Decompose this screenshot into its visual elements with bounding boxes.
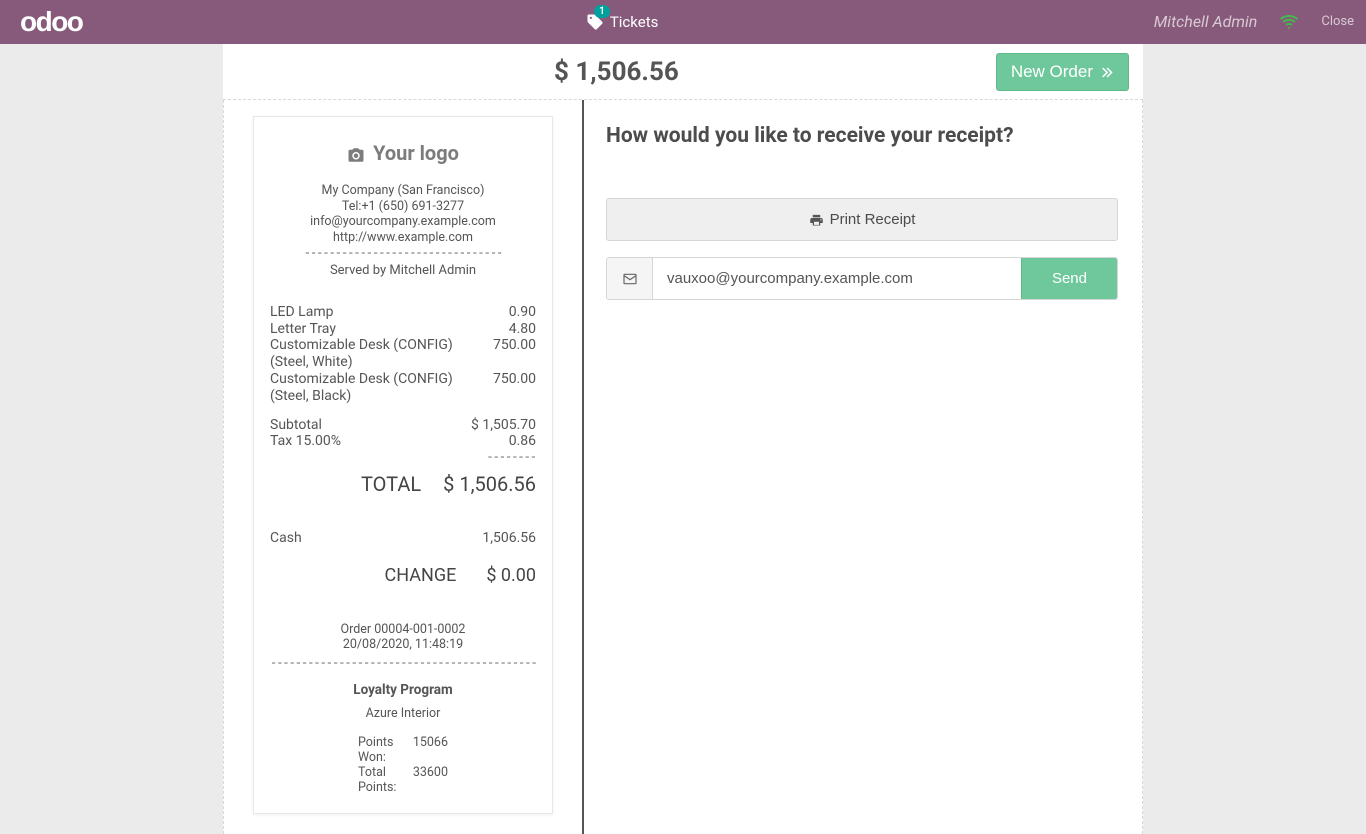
new-order-label: New Order (1011, 62, 1093, 82)
receipt-payment: Cash 1,506.56 (270, 530, 536, 547)
receipt-paper: Your logo My Company (San Francisco) Tel… (253, 116, 553, 814)
camera-icon (347, 141, 365, 165)
dash-line: -------- (270, 450, 536, 466)
loyalty-customer: Azure Interior (270, 706, 536, 721)
item-amount: 0.90 (509, 304, 536, 321)
ticket-icon: 1 (586, 13, 604, 31)
receipt-tax: Tax 15.00% 0.86 (270, 433, 536, 450)
receipt-logo: Your logo (270, 141, 536, 165)
email-input[interactable] (653, 258, 1021, 299)
item-amount: 750.00 (493, 371, 536, 405)
payment-amount: 1,506.56 (482, 530, 536, 547)
loyalty-title: Loyalty Program (270, 682, 536, 698)
subtotal-amount: $ 1,505.70 (471, 417, 536, 434)
receipt-email: info@yourcompany.example.com (270, 214, 536, 230)
receipt-line-item: Customizable Desk (CONFIG) (Steel, White… (270, 337, 536, 371)
receipt-line-item: LED Lamp 0.90 (270, 304, 536, 321)
chevron-double-right-icon (1099, 62, 1114, 82)
receipt-total: TOTAL $ 1,506.56 (270, 472, 536, 496)
receipt-logo-text: Your logo (373, 141, 459, 165)
item-name: Customizable Desk (CONFIG) (Steel, Black… (270, 371, 493, 405)
navbar-right: Mitchell Admin Close (1154, 12, 1354, 33)
receipt-tel: Tel:+1 (650) 691-3277 (270, 199, 536, 215)
tax-amount: 0.86 (509, 433, 536, 450)
loyalty-points-won: Points Won: 15066 (270, 735, 536, 765)
receipt-order-meta: Order 00004-001-0002 20/08/2020, 11:48:1… (270, 622, 536, 652)
send-button[interactable]: Send (1021, 258, 1117, 299)
tickets-badge: 1 (594, 5, 610, 18)
tax-label: Tax 15.00% (270, 433, 509, 450)
order-number: Order 00004-001-0002 (270, 622, 536, 637)
item-amount: 4.80 (509, 321, 536, 338)
loyalty-total-points-value: 33600 (413, 765, 448, 795)
item-name: Letter Tray (270, 321, 509, 338)
top-navbar: odoo 1 Tickets Mitchell Admin Close (0, 0, 1366, 44)
receipt-change: CHANGE $ 0.00 (270, 565, 536, 586)
user-name[interactable]: Mitchell Admin (1154, 12, 1258, 31)
total-bar: $ 1,506.56 New Order (223, 44, 1143, 100)
receipt-items: LED Lamp 0.90 Letter Tray 4.80 Customiza… (270, 304, 536, 405)
loyalty-total-points-label: Total Points: (358, 765, 413, 795)
receipt-line-item: Letter Tray 4.80 (270, 321, 536, 338)
new-order-button[interactable]: New Order (996, 53, 1129, 91)
receipt-question: How would you like to receive your recei… (606, 124, 1118, 148)
main-panel: $ 1,506.56 New Order Your logo My Compan… (223, 44, 1143, 834)
envelope-icon (607, 258, 653, 299)
printer-icon (809, 211, 824, 228)
loyalty-points-won-label: Points Won: (358, 735, 413, 765)
change-label: CHANGE (270, 565, 486, 586)
loyalty-points-won-value: 15066 (413, 735, 448, 765)
right-column: How would you like to receive your recei… (584, 100, 1142, 834)
tickets-button[interactable]: 1 Tickets (586, 13, 659, 31)
wifi-icon (1279, 12, 1299, 33)
total-amount: $ 1,506.56 (443, 472, 536, 496)
print-receipt-button[interactable]: Print Receipt (606, 198, 1118, 241)
item-name: LED Lamp (270, 304, 509, 321)
tickets-label: Tickets (610, 13, 659, 31)
dash-line: -------------------------------- (270, 246, 536, 260)
receipt-company: My Company (San Francisco) (270, 183, 536, 199)
subtotal-label: Subtotal (270, 417, 471, 434)
change-amount: $ 0.00 (486, 565, 536, 586)
receipt-website: http://www.example.com (270, 230, 536, 246)
receipt-served-by: Served by Mitchell Admin (270, 263, 536, 278)
print-receipt-label: Print Receipt (830, 211, 916, 228)
receipt-subtotal: Subtotal $ 1,505.70 (270, 417, 536, 434)
item-name: Customizable Desk (CONFIG) (Steel, White… (270, 337, 493, 371)
left-column: Your logo My Company (San Francisco) Tel… (224, 100, 582, 834)
navbar-center: 1 Tickets (90, 13, 1153, 31)
order-datetime: 20/08/2020, 11:48:19 (270, 637, 536, 652)
odoo-logo[interactable]: odoo (12, 6, 90, 38)
order-total-display: $ 1,506.56 (237, 57, 996, 87)
receipt-header: My Company (San Francisco) Tel:+1 (650) … (270, 183, 536, 246)
payment-method: Cash (270, 530, 482, 547)
close-button[interactable]: Close (1321, 14, 1354, 29)
loyalty-total-points: Total Points: 33600 (270, 765, 536, 795)
item-amount: 750.00 (493, 337, 536, 371)
dash-line: ----------------------------------------… (270, 656, 536, 670)
email-receipt-row: Send (606, 257, 1118, 300)
total-label: TOTAL (270, 472, 443, 496)
content-row: Your logo My Company (San Francisco) Tel… (223, 100, 1143, 834)
receipt-line-item: Customizable Desk (CONFIG) (Steel, Black… (270, 371, 536, 405)
